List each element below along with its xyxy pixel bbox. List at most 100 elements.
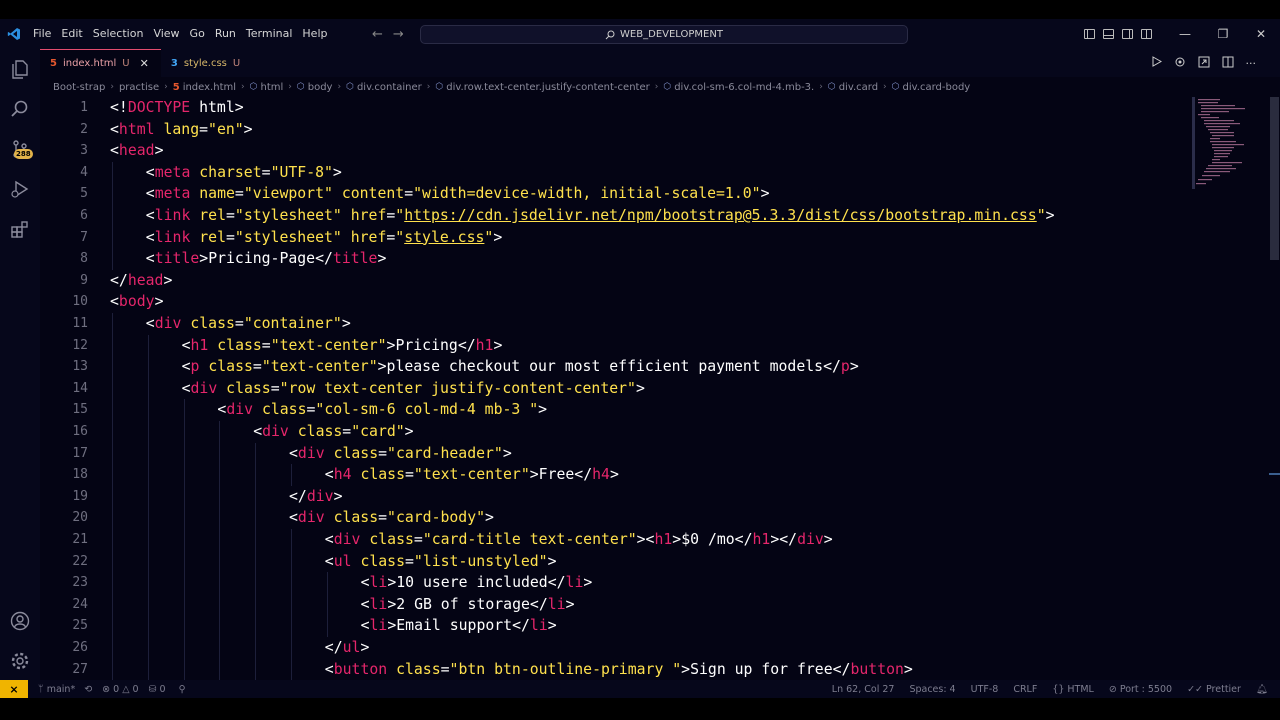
- line-number: 12: [72, 337, 88, 353]
- code-line[interactable]: <h1 class="text-center">Pricing</h1>: [182, 335, 503, 357]
- code-line[interactable]: <li>10 usere included</li>: [361, 572, 593, 594]
- menu-item-go[interactable]: Go: [185, 19, 210, 49]
- breadcrumb-item[interactable]: Boot-strap: [53, 82, 105, 93]
- customize-layout-icon[interactable]: [1141, 29, 1152, 39]
- code-line[interactable]: <div class="card-header">: [289, 443, 512, 465]
- close-tab-icon[interactable]: ✕: [140, 57, 149, 70]
- menu-item-edit[interactable]: Edit: [56, 19, 87, 49]
- code-line[interactable]: <html lang="en">: [110, 119, 253, 141]
- prettier-status[interactable]: ✓✓ Prettier: [1187, 684, 1241, 695]
- code-line[interactable]: <title>Pricing-Page</title>: [146, 248, 387, 270]
- code-token: <!: [110, 99, 128, 116]
- breadcrumb-item[interactable]: ⬡ div.card-body: [892, 82, 971, 93]
- branch-indicator[interactable]: ᛘ main* ⟲: [38, 684, 92, 695]
- code-token: ></: [770, 531, 798, 548]
- settings-gear-icon[interactable]: [8, 649, 32, 673]
- toggle-primary-sidebar-icon[interactable]: [1084, 29, 1095, 39]
- run-debug-icon[interactable]: [8, 177, 32, 201]
- minimize-icon[interactable]: —: [1166, 19, 1204, 49]
- code-line[interactable]: <h4 class="text-center">Free</h4>: [325, 464, 619, 486]
- remote-indicator-icon[interactable]: ⨯: [0, 680, 28, 698]
- search-activity-icon[interactable]: [8, 97, 32, 121]
- code-token: class: [324, 444, 379, 462]
- back-arrow-icon[interactable]: ←: [372, 27, 383, 42]
- sync-icon: ⟲: [84, 683, 93, 695]
- menu-item-run[interactable]: Run: [210, 19, 241, 49]
- breadcrumb-item[interactable]: ⬡ body: [297, 82, 333, 93]
- command-center-search[interactable]: WEB_DEVELOPMENT: [420, 25, 908, 44]
- code-line[interactable]: <meta name="viewport" content="width=dev…: [146, 183, 770, 205]
- toggle-panel-icon[interactable]: [1103, 29, 1114, 39]
- code-line[interactable]: <head>: [110, 140, 163, 162]
- breadcrumb-item[interactable]: ⬡ html: [250, 82, 284, 93]
- code-line[interactable]: <link rel="stylesheet" href="https://cdn…: [146, 205, 1055, 227]
- breadcrumb-item[interactable]: ⬡ div.container: [346, 82, 422, 93]
- code-line[interactable]: <link rel="stylesheet" href="style.css">: [146, 227, 502, 249]
- menu-item-selection[interactable]: Selection: [88, 19, 149, 49]
- live-server-port[interactable]: ⊘ Port : 5500: [1109, 684, 1172, 695]
- ports-indicator[interactable]: ⛁ 0 ⚲: [149, 684, 186, 695]
- code-line[interactable]: <div class="container">: [146, 313, 351, 335]
- encoding[interactable]: UTF-8: [971, 684, 999, 695]
- code-line[interactable]: <p class="text-center">please checkout o…: [182, 356, 859, 378]
- tab-style-css[interactable]: 3 style.css U: [161, 49, 252, 77]
- breadcrumb-item[interactable]: ⬡ div.col-sm-6.col-md-4.mb-3.: [663, 82, 814, 93]
- code-line[interactable]: <meta charset="UTF-8">: [146, 162, 342, 184]
- code-line[interactable]: <li>2 GB of storage</li>: [361, 594, 575, 616]
- code-token: head: [127, 271, 164, 289]
- more-actions-icon[interactable]: ···: [1246, 57, 1257, 70]
- code-token: =: [226, 207, 235, 224]
- close-window-icon[interactable]: ✕: [1242, 19, 1280, 49]
- breadcrumb-item[interactable]: ⬡ div.card: [828, 82, 878, 93]
- restore-icon[interactable]: ❐: [1204, 19, 1242, 49]
- element-symbol-icon: ⬡: [296, 82, 305, 92]
- code-line[interactable]: <ul class="list-unstyled">: [325, 551, 557, 573]
- split-editor-icon[interactable]: [1222, 56, 1234, 71]
- code-line[interactable]: </ul>: [325, 637, 370, 659]
- tab-index-html[interactable]: 5 index.html U ✕: [40, 49, 161, 77]
- editor-scrollbar[interactable]: [1268, 97, 1280, 680]
- code-line[interactable]: <button class="btn btn-outline-primary "…: [325, 659, 913, 680]
- indentation[interactable]: Spaces: 4: [909, 684, 955, 695]
- menu-item-help[interactable]: Help: [297, 19, 332, 49]
- code-token: "en": [208, 120, 244, 138]
- forward-arrow-icon[interactable]: →: [393, 27, 404, 42]
- scrollbar-thumb[interactable]: [1270, 97, 1279, 260]
- toggle-secondary-sidebar-icon[interactable]: [1122, 29, 1133, 39]
- breadcrumb-item[interactable]: ⬡ div.row.text-center.justify-content-cen…: [435, 82, 649, 93]
- cursor-position[interactable]: Ln 62, Col 27: [832, 684, 895, 695]
- code-token: class: [351, 552, 405, 570]
- breadcrumb-item[interactable]: practise: [119, 82, 159, 93]
- code-token: <: [360, 595, 370, 613]
- code-line[interactable]: <div class="card-body">: [289, 507, 494, 529]
- code-token: "row text-center justify-content-center": [279, 379, 636, 397]
- breadcrumb-item[interactable]: 5 index.html: [173, 82, 236, 93]
- code-line[interactable]: <!DOCTYPE html>: [110, 97, 244, 119]
- notifications-bell-icon[interactable]: 🔔︎: [1256, 684, 1268, 695]
- code-line[interactable]: <div class="row text-center justify-cont…: [182, 378, 645, 400]
- explorer-icon[interactable]: [8, 57, 32, 81]
- code-line[interactable]: </head>: [110, 270, 172, 292]
- menu-item-file[interactable]: File: [28, 19, 56, 49]
- code-line[interactable]: <div class="card">: [253, 421, 413, 443]
- code-editor[interactable]: 1 2 3 4 5 6 7 8 9 10 11 12 13 14 15 16 17 18 19 20 21 22 23 24 2…: [40, 97, 1268, 680]
- code-token: <: [253, 423, 263, 440]
- run-play-icon[interactable]: [1151, 56, 1162, 70]
- menu-item-view[interactable]: View: [148, 19, 184, 49]
- extensions-icon[interactable]: [8, 217, 32, 241]
- menu-item-terminal[interactable]: Terminal: [241, 19, 298, 49]
- code-line[interactable]: </div>: [289, 486, 342, 508]
- code-line[interactable]: <div class="col-sm-6 col-md-4 mb-3 ">: [217, 399, 547, 421]
- code-line[interactable]: <div class="card-title text-center"><h1>…: [325, 529, 833, 551]
- line-number: 27: [72, 661, 88, 677]
- code-line[interactable]: <body>: [110, 291, 163, 313]
- live-server-icon[interactable]: [1174, 56, 1186, 71]
- open-preview-icon[interactable]: [1198, 56, 1210, 71]
- line-ending[interactable]: CRLF: [1013, 684, 1037, 695]
- problems-indicator[interactable]: ⊗ 0 △ 0: [102, 684, 138, 695]
- code-line[interactable]: <li>Email support</li>: [361, 615, 557, 637]
- language-mode[interactable]: {} HTML: [1052, 684, 1094, 695]
- account-icon[interactable]: [8, 609, 32, 633]
- code-token: </: [574, 466, 593, 484]
- minimap[interactable]: [1192, 97, 1252, 197]
